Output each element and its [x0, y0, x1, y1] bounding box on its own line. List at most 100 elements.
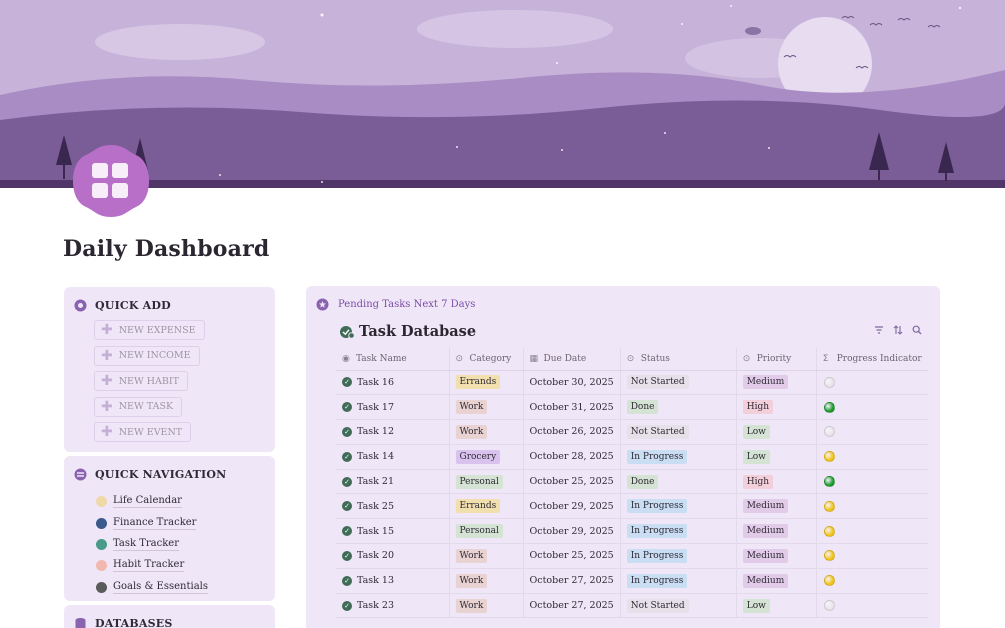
task-database-label: Task Database — [359, 323, 477, 340]
table-row[interactable]: ✓ Task 16 Errands October 30, 2025 Not Start… — [336, 370, 928, 396]
table-row[interactable]: ✓ Task 15 Personal October 29, 2025 In Progr… — [336, 518, 928, 545]
pending-tasks-panel: Pending Tasks Next 7 Days Task Database … — [306, 286, 940, 628]
column-due-date[interactable]: ▦ Due Date — [522, 348, 621, 371]
priority-tag: Medium — [742, 573, 789, 588]
filter-icon[interactable] — [874, 325, 884, 335]
column-category[interactable]: ⊙ Category — [448, 348, 523, 371]
new-habit-button[interactable]: ✚ NEW HABIT — [94, 371, 188, 392]
table-row[interactable]: ✓ Task 13 Work October 27, 2025 In Progress M… — [336, 568, 928, 594]
category-cell[interactable]: Work — [448, 593, 523, 619]
task-name-cell[interactable]: ✓ Task 20 — [336, 543, 449, 569]
category-cell[interactable]: Work — [448, 543, 523, 569]
task-name-cell[interactable]: ✓ Task 16 — [336, 370, 449, 396]
category-tag: Work — [455, 548, 488, 563]
category-cell[interactable]: Work — [448, 419, 523, 445]
status-cell[interactable]: In Progress — [619, 493, 737, 520]
status-tag: Not Started — [626, 424, 689, 439]
category-cell[interactable]: Grocery — [448, 444, 523, 470]
new-expense-button[interactable]: ✚ NEW EXPENSE — [94, 320, 205, 340]
column-due-date-label: Due Date — [543, 353, 587, 364]
new-task-button[interactable]: ✚ NEW TASK — [94, 396, 183, 417]
priority-cell[interactable]: High — [735, 394, 817, 421]
check-circle-icon: ✓ — [342, 377, 352, 388]
table-row[interactable]: ✓ Task 17 Work October 31, 2025 Done High — [336, 394, 928, 421]
table-row[interactable]: ✓ Task 25 Errands October 29, 2025 In Progre… — [336, 493, 928, 520]
due-date-cell[interactable]: October 27, 2025 — [522, 593, 621, 619]
task-name-cell[interactable]: ✓ Task 15 — [336, 518, 449, 545]
check-circle-icon: ✓ — [342, 600, 352, 611]
search-icon[interactable] — [912, 325, 922, 335]
column-status[interactable]: ⊙ Status — [619, 348, 737, 371]
due-date-cell[interactable]: October 29, 2025 — [522, 518, 621, 545]
due-date-cell[interactable]: October 26, 2025 — [522, 419, 621, 445]
pending-tasks-heading: Pending Tasks Next 7 Days — [316, 298, 475, 311]
priority-cell[interactable]: Medium — [735, 518, 817, 545]
status-cell[interactable]: In Progress — [619, 518, 737, 545]
sort-icon[interactable] — [893, 325, 903, 335]
new-income-label: NEW INCOME — [118, 350, 191, 362]
status-cell[interactable]: In Progress — [619, 444, 737, 470]
due-date-cell[interactable]: October 28, 2025 — [522, 444, 621, 470]
table-row[interactable]: ✓ Task 20 Work October 25, 2025 In Progress M… — [336, 543, 928, 569]
status-cell[interactable]: Done — [619, 394, 737, 421]
priority-cell[interactable]: High — [735, 469, 817, 495]
table-row[interactable]: ✓ Task 23 Work October 27, 2025 Not Started L… — [336, 593, 928, 619]
priority-tag: Low — [742, 598, 770, 613]
status-tag: Done — [626, 400, 659, 415]
task-name-cell[interactable]: ✓ Task 12 — [336, 419, 449, 445]
priority-cell[interactable]: Low — [735, 419, 817, 445]
new-event-button[interactable]: ✚ NEW EVENT — [94, 422, 192, 443]
task-name-cell[interactable]: ✓ Task 25 — [336, 493, 449, 520]
priority-cell[interactable]: Low — [735, 593, 817, 619]
category-cell[interactable]: Work — [448, 394, 523, 421]
category-cell[interactable]: Errands — [448, 370, 523, 396]
new-income-button[interactable]: ✚ NEW INCOME — [94, 345, 200, 366]
task-name-cell[interactable]: ✓ Task 14 — [336, 444, 449, 470]
status-tag: In Progress — [626, 449, 688, 464]
task-database-title[interactable]: Task Database — [339, 323, 476, 340]
status-cell[interactable]: In Progress — [619, 543, 737, 569]
nav-goals-essentials[interactable]: Goals & Essentials — [96, 577, 208, 598]
priority-cell[interactable]: Medium — [735, 543, 817, 569]
priority-cell[interactable]: Medium — [735, 370, 817, 396]
due-date-cell[interactable]: October 27, 2025 — [522, 568, 621, 594]
due-date: October 30, 2025 — [529, 376, 614, 388]
priority-cell[interactable]: Low — [735, 444, 817, 470]
status-cell[interactable]: Not Started — [619, 370, 737, 396]
table-row[interactable]: ✓ Task 21 Personal October 25, 2025 Done High — [336, 469, 928, 495]
due-date-cell[interactable]: October 25, 2025 — [522, 543, 621, 569]
databases-card: DATABASES — [64, 605, 275, 628]
due-date-cell[interactable]: October 30, 2025 — [522, 370, 621, 396]
due-date-cell[interactable]: October 29, 2025 — [522, 493, 621, 520]
table-row[interactable]: ✓ Task 12 Work October 26, 2025 Not Started L… — [336, 419, 928, 445]
task-name-cell[interactable]: ✓ Task 23 — [336, 593, 449, 619]
task-check-icon — [340, 325, 355, 339]
priority-tag: Medium — [742, 524, 789, 539]
nav-life-calendar[interactable]: Life Calendar — [96, 491, 208, 512]
category-cell[interactable]: Errands — [448, 493, 523, 520]
status-cell[interactable]: Done — [619, 469, 737, 495]
category-cell[interactable]: Personal — [448, 469, 523, 495]
nav-task-tracker[interactable]: Task Tracker — [96, 534, 208, 555]
nav-habit-tracker[interactable]: Habit Tracker — [96, 555, 208, 576]
category-tag: Personal — [455, 474, 503, 489]
due-date-cell[interactable]: October 25, 2025 — [522, 469, 621, 495]
status-cell[interactable]: In Progress — [619, 568, 737, 594]
column-priority[interactable]: ⊙ Priority — [735, 348, 817, 371]
due-date-cell[interactable]: October 31, 2025 — [522, 394, 621, 421]
table-row[interactable]: ✓ Task 14 Grocery October 28, 2025 In Progre… — [336, 444, 928, 470]
task-name-cell[interactable]: ✓ Task 17 — [336, 394, 449, 421]
column-progress-indicator[interactable]: Σ Progress Indicator — [815, 348, 928, 371]
category-cell[interactable]: Work — [448, 568, 523, 594]
status-cell[interactable]: Not Started — [619, 419, 737, 445]
status-cell[interactable]: Not Started — [619, 593, 737, 619]
column-task-name[interactable]: ◉ Task Name — [336, 348, 449, 371]
nav-finance-tracker-label: Finance Tracker — [113, 516, 197, 530]
task-name-cell[interactable]: ✓ Task 21 — [336, 469, 449, 495]
priority-cell[interactable]: Medium — [735, 493, 817, 520]
category-tag: Errands — [455, 499, 501, 514]
category-cell[interactable]: Personal — [448, 518, 523, 545]
nav-finance-tracker[interactable]: Finance Tracker — [96, 512, 208, 533]
task-name-cell[interactable]: ✓ Task 13 — [336, 568, 449, 594]
priority-cell[interactable]: Medium — [735, 568, 817, 594]
